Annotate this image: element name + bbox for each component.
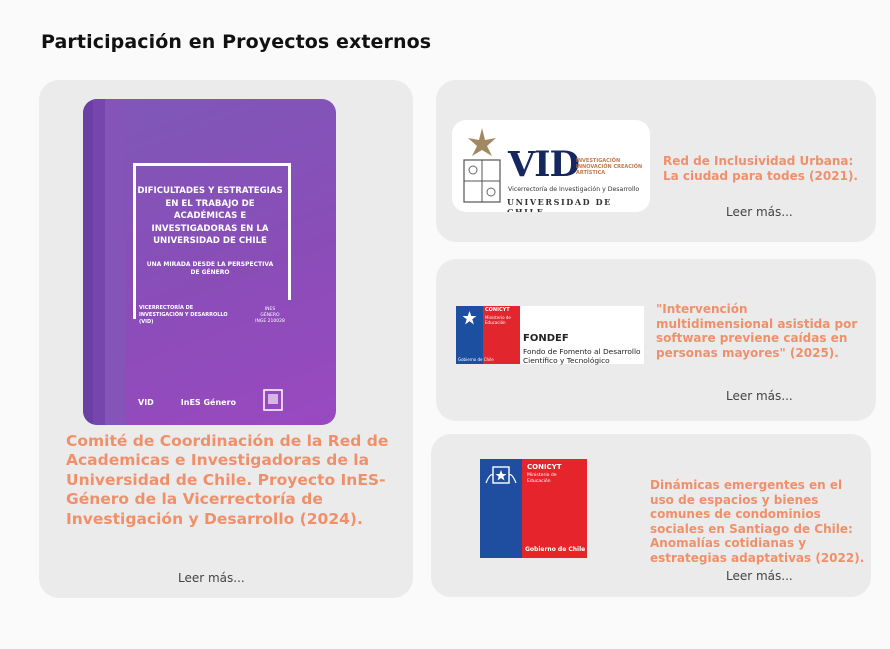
ines-genero-logo: InES Género [180, 397, 237, 407]
cover-unit: VICERRECTORÍA DE INVESTIGACIÓN Y DESARRO… [139, 305, 228, 325]
book-spine [105, 99, 125, 425]
university-crest-icon [460, 126, 504, 210]
project-description: "Intervención multidimensional asistida … [656, 302, 858, 360]
conicyt-label: CONICYT [527, 463, 562, 471]
project-card-fondef[interactable]: CONICYT Ministerio de Educación Gobierno… [436, 259, 876, 421]
read-more-link[interactable]: Leer más... [726, 205, 793, 219]
read-more-link[interactable]: Leer más... [178, 571, 245, 585]
project-description: Comité de Coordinación de la Red de Acad… [66, 432, 389, 528]
ministry-label: Ministerio de Educación [485, 315, 511, 325]
shield-icon [263, 389, 283, 415]
star-icon [462, 310, 477, 329]
read-more-link[interactable]: Leer más... [726, 389, 793, 403]
chile-crest-icon [484, 463, 518, 495]
project-card-inesgenero[interactable]: DIFICULTADES Y ESTRATEGIAS EN EL TRABAJO… [39, 80, 413, 598]
vid-logo: VID [138, 397, 154, 407]
flag-blue-band [456, 306, 483, 364]
conicyt-label: CONICYT [485, 307, 510, 313]
project-description: Red de Inclusividad Urbana: La ciudad pa… [663, 154, 858, 183]
conicyt-logo: CONICYT Ministerio de Educación Gobierno… [480, 459, 587, 558]
book-cover-image: DIFICULTADES Y ESTRATEGIAS EN EL TRABAJO… [83, 99, 336, 425]
fondef-description: Fondo de Fomento al Desarrollo Científic… [523, 347, 641, 365]
cover-subtitle: UNA MIRADA DESDE LA PERSPECTIVA DE GÉNER… [146, 261, 274, 276]
book-spine [93, 99, 105, 425]
vid-subtitle: Vicerrectoría de Investigación y Desarro… [508, 186, 640, 193]
flag-red-band: CONICYT Ministerio de Educación Gobierno… [458, 306, 520, 364]
university-name: UNIVERSIDAD DE CHILE [507, 197, 612, 212]
fondef-logo: CONICYT Ministerio de Educación Gobierno… [456, 306, 644, 365]
vid-uchile-logo: VID INVESTIGACIÓN INNOVACIÓN CREACIÓN AR… [452, 120, 650, 212]
page-title: Participación en Proyectos externos [41, 31, 432, 53]
cover-series: INES GÉNERO INGE 210028 [255, 307, 285, 324]
read-more-link[interactable]: Leer más... [726, 569, 793, 583]
gov-label: Gobierno de Chile [525, 546, 586, 553]
vid-tagline: INVESTIGACIÓN INNOVACIÓN CREACIÓN ARTÍST… [576, 158, 643, 176]
cover-frame [133, 297, 136, 319]
vid-wordmark: VID [508, 144, 580, 185]
project-card-inclusividad[interactable]: VID INVESTIGACIÓN INNOVACIÓN CREACIÓN AR… [436, 80, 876, 242]
fondef-wordmark: FONDEF [523, 333, 569, 344]
ministry-label: Ministerio de Educación [527, 473, 557, 484]
book-spine [83, 99, 93, 425]
flag-blue-band [480, 459, 522, 558]
cover-logos: VID InES Género [138, 389, 283, 415]
cover-title: DIFICULTADES Y ESTRATEGIAS EN EL TRABAJO… [137, 186, 283, 246]
project-card-conicyt[interactable]: CONICYT Ministerio de Educación Gobierno… [431, 434, 871, 597]
project-description: Dinámicas emergentes en el uso de espaci… [650, 478, 865, 565]
gov-label: Gobierno de Chile [458, 357, 494, 362]
